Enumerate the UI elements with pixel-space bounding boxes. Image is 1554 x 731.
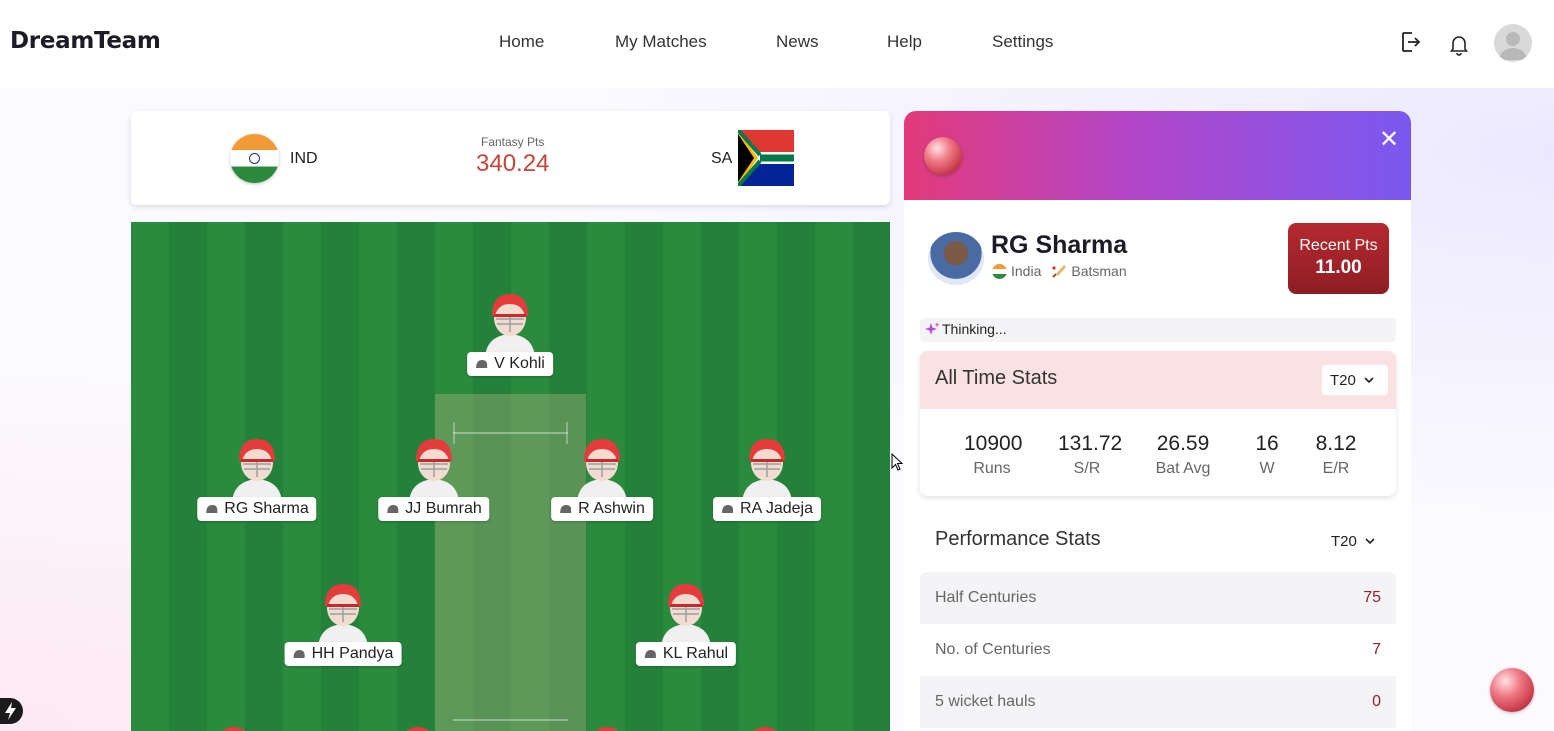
player-name: HH Pandya (311, 645, 394, 662)
thinking-text: Thinking... (942, 321, 1007, 337)
top-header: DreamTeam Home My Matches News Help Sett… (0, 0, 1554, 88)
player-card[interactable]: HH Pandya (284, 580, 402, 666)
nav-settings[interactable]: Settings (992, 32, 1053, 52)
player-helmet-icon (222, 727, 246, 731)
panel-header: ✕ (904, 111, 1411, 200)
helmet-icon (476, 359, 488, 368)
team-a-code: IND (290, 150, 318, 167)
player-helmet-icon (232, 439, 282, 505)
player-detail-panel: ✕ RG Sharma India Batsman Recent Pts 11.… (904, 111, 1411, 731)
nav-help[interactable]: Help (887, 32, 922, 52)
india-flag-icon (992, 263, 1007, 279)
team-b-code: SA (711, 150, 733, 167)
perf-row-centuries: No. of Centuries 7 (920, 624, 1396, 676)
recent-points-label: Recent Pts (1299, 237, 1378, 254)
helmet-icon (387, 504, 399, 513)
sparkle-icon (925, 322, 940, 335)
player-helmet-icon (485, 294, 535, 360)
performance-format-select[interactable]: T20 (1323, 526, 1389, 556)
helmet-icon (206, 504, 218, 513)
bat-icon (1052, 265, 1067, 278)
perf-row-half-centuries: Half Centuries 75 (920, 572, 1396, 624)
player-helmet-icon (595, 727, 619, 731)
stat-wickets: 16 W (1255, 432, 1279, 477)
cricket-ball-icon (924, 137, 962, 175)
format-value: T20 (1331, 532, 1357, 550)
chevron-down-icon (1364, 377, 1374, 383)
helmet-icon (722, 504, 734, 513)
player-name: KL Rahul (662, 645, 729, 662)
nav-my-matches[interactable]: My Matches (615, 32, 707, 52)
helmet-icon (293, 649, 305, 658)
format-value: T20 (1330, 371, 1356, 389)
stat-bat-avg: 26.59 Bat Avg (1155, 432, 1211, 477)
player-name: V Kohli (494, 355, 545, 372)
chat-assistant-button[interactable] (1490, 668, 1534, 712)
player-avatar (928, 232, 984, 285)
brand-logo[interactable]: DreamTeam (10, 28, 161, 54)
player-helmet-icon (742, 439, 792, 505)
bell-icon[interactable] (1447, 32, 1471, 56)
player-card[interactable]: RG Sharma (197, 435, 317, 521)
logout-icon[interactable] (1398, 30, 1422, 54)
player-country: India (1011, 263, 1042, 279)
recent-points-value: 11.00 (1315, 257, 1362, 278)
helmet-icon (560, 504, 572, 513)
player-helmet-icon (661, 584, 711, 650)
player-card[interactable]: JJ Bumrah (378, 435, 490, 521)
performance-stats-title: Performance Stats (935, 528, 1101, 550)
south-africa-flag-icon (738, 130, 794, 186)
player-card[interactable]: KL Rahul (635, 580, 737, 666)
player-role: Batsman (1071, 263, 1127, 279)
thinking-status: Thinking... (920, 318, 1396, 342)
player-title: RG Sharma (991, 231, 1128, 259)
all-time-stats-title: All Time Stats (935, 367, 1058, 389)
nav-news[interactable]: News (776, 32, 819, 52)
avatar-icon[interactable] (1494, 24, 1532, 62)
cricket-field: V Kohli RG Sharma JJ Bumrah R Ashwin RA … (131, 222, 890, 731)
player-card[interactable]: V Kohli (467, 290, 553, 376)
player-helmet-icon (577, 439, 627, 505)
fantasy-points-value: 340.24 (476, 150, 550, 177)
india-flag-icon (230, 134, 279, 183)
bolt-icon[interactable] (0, 698, 23, 724)
all-time-stats-card: All Time Stats T20 10900 Runs 131.72 S/R… (920, 351, 1396, 496)
player-name: R Ashwin (578, 500, 645, 517)
player-card[interactable]: RA Jadeja (713, 435, 821, 521)
player-name: RA Jadeja (740, 500, 813, 517)
mouse-cursor-icon (891, 453, 903, 471)
player-helmet-icon (406, 727, 430, 731)
player-helmet-icon (409, 439, 459, 505)
player-meta: India Batsman (992, 263, 1127, 279)
stat-strike-rate: 131.72 S/R (1058, 432, 1123, 477)
player-name: JJ Bumrah (405, 500, 482, 517)
nav-home[interactable]: Home (499, 32, 544, 52)
fantasy-points-label: Fantasy Pts (481, 135, 545, 149)
recent-points-badge: Recent Pts 11.00 (1288, 223, 1389, 294)
stat-economy: 8.12 E/R (1315, 432, 1357, 477)
player-name: RG Sharma (224, 500, 309, 517)
all-time-format-select[interactable]: T20 (1322, 365, 1388, 395)
stat-runs: 10900 Runs (964, 432, 1023, 477)
close-icon[interactable]: ✕ (1378, 128, 1400, 152)
player-helmet-icon (318, 584, 368, 650)
perf-row-five-wicket-hauls: 5 wicket hauls 0 (920, 676, 1396, 728)
chevron-down-icon (1365, 538, 1375, 544)
player-card[interactable]: R Ashwin (551, 435, 653, 521)
player-helmet-icon (753, 727, 777, 731)
helmet-icon (644, 649, 656, 658)
